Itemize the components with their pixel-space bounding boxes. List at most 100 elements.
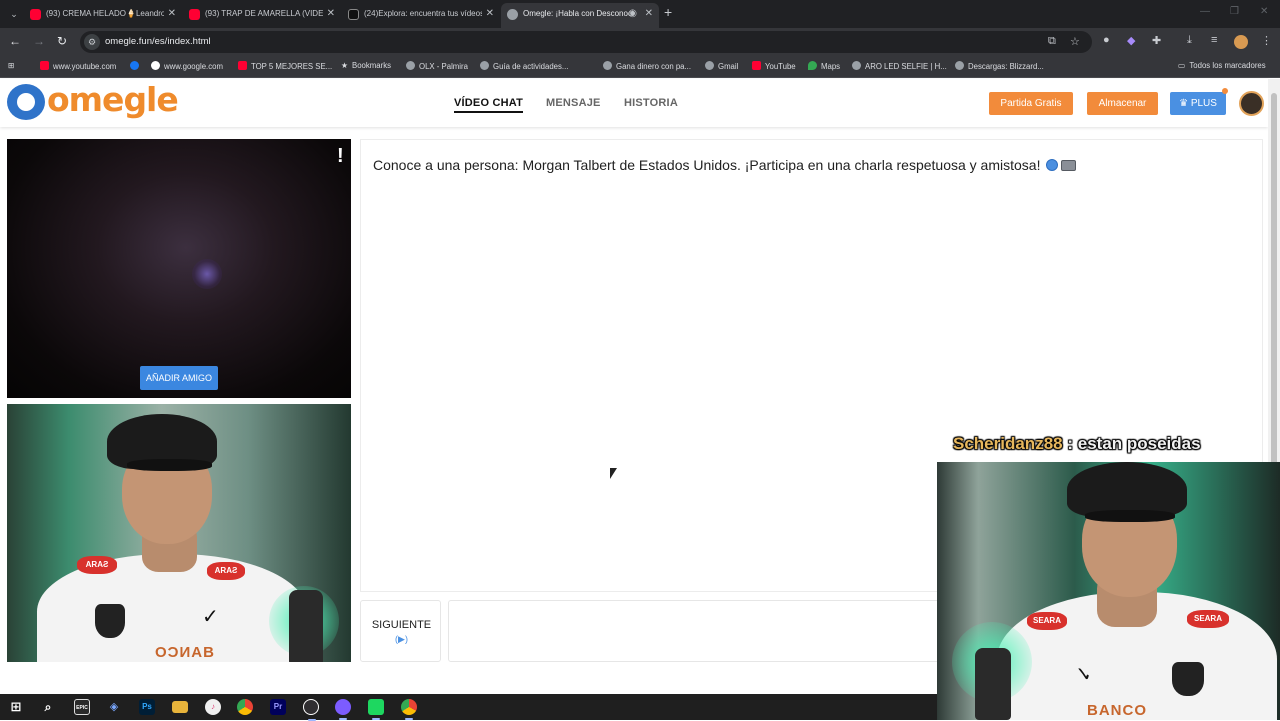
profile-avatar-icon[interactable] [1234, 35, 1248, 49]
bookmark-label: www.google.com [164, 62, 223, 71]
nav-message[interactable]: MENSAJE [546, 97, 601, 109]
install-app-icon[interactable]: ⧉ [1048, 35, 1056, 48]
site-info-icon[interactable]: ⚙ [84, 34, 100, 50]
bookmark-star-icon[interactable]: ☆ [1070, 35, 1080, 48]
premiere-icon[interactable]: Pr [270, 699, 286, 715]
bookmark-gmail[interactable]: Gmail [705, 61, 738, 71]
vscode-icon[interactable]: ◈ [106, 699, 122, 715]
stranger-video: ! [7, 139, 351, 398]
globe-icon [603, 61, 612, 70]
all-bookmarks-folder[interactable]: ▭ Todos los marcadores [1178, 61, 1266, 70]
youtube-icon [752, 61, 761, 70]
tab-tiktok-explora[interactable]: (24)Explora: encuentra tus vídeos ✕ [342, 3, 500, 25]
bookmark-maps[interactable]: Maps [808, 61, 840, 71]
facebook-icon [130, 61, 139, 70]
logo-bubble-icon [7, 84, 45, 120]
close-icon[interactable]: ✕ [168, 3, 176, 25]
tab-crema-helado[interactable]: (93) CREMA HELADO🍦Leandro ✕ [24, 3, 182, 25]
spotify-icon[interactable] [368, 699, 384, 720]
close-icon[interactable]: ✕ [327, 3, 335, 25]
chrome-icon[interactable] [237, 699, 253, 715]
audio-playing-icon: ◉ [628, 8, 637, 19]
bookmark-top5[interactable]: TOP 5 MEJORES SE... [238, 61, 332, 71]
epic-games-icon[interactable]: EPIC [74, 699, 90, 715]
folder-icon: ▭ [1178, 61, 1186, 70]
youtube-icon [30, 9, 41, 20]
site-header: omegle VÍDEO CHAT MENSAJE HISTORIA Parti… [0, 79, 1268, 127]
bookmark-google-com[interactable]: www.google.com [151, 61, 223, 71]
vpn-extension-icon[interactable]: ◆ [1127, 34, 1135, 47]
bookmark-label: Guía de actividades... [493, 62, 569, 71]
bookmark-gana-dinero[interactable]: Gana dinero con pa... [603, 61, 691, 71]
report-icon[interactable]: ! [337, 145, 344, 168]
nike-swoosh-icon: ✓ [202, 606, 219, 628]
nav-history[interactable]: HISTORIA [624, 97, 678, 109]
obs-icon[interactable] [303, 699, 319, 721]
bookmark-youtube[interactable]: YouTube [752, 61, 796, 71]
bookmark-blizzard[interactable]: Descargas: Blizzard... [955, 61, 1044, 71]
tab-omegle[interactable]: Omegle: ¡Habla con Desconocidos! ◉ ✕ [501, 3, 659, 28]
bookmark-bookmarks[interactable]: ★ Bookmarks [341, 61, 391, 70]
windows-start-icon[interactable]: ⊞ [8, 699, 24, 715]
tab-search-icon[interactable]: ⌄ [5, 5, 23, 23]
bank-sponsor-text: OƆИAB [155, 644, 215, 661]
reload-icon[interactable]: ↻ [54, 34, 70, 48]
url-text[interactable]: omegle.fun/es/index.html [105, 36, 211, 47]
search-icon[interactable]: ⌕ [40, 699, 56, 715]
bookmark-facebook[interactable] [130, 61, 143, 71]
apps-grid-icon[interactable]: ⊞ [8, 61, 15, 70]
file-explorer-icon[interactable] [172, 701, 188, 713]
stream-chat-message: estan poseidas [1077, 434, 1201, 453]
bookmark-label: Bookmarks [352, 61, 391, 70]
minimize-icon[interactable]: — [1200, 6, 1210, 17]
new-tab-button[interactable]: + [664, 4, 672, 20]
nike-swoosh-icon: ✓ [1075, 664, 1092, 686]
plus-button[interactable]: ♛ PLUS [1170, 92, 1226, 115]
free-match-button[interactable]: Partida Gratis [989, 92, 1073, 115]
itunes-icon[interactable]: ♪ [205, 699, 221, 715]
reading-list-icon[interactable]: ≡ [1211, 34, 1217, 46]
add-friend-button[interactable]: AÑADIR AMIGO [140, 366, 218, 390]
globe-emoji-icon [1046, 159, 1059, 171]
bookmark-guia[interactable]: Guía de actividades... [480, 61, 568, 71]
extensions-puzzle-icon[interactable]: ✚ [1152, 34, 1161, 47]
address-bar[interactable]: ⚙ omegle.fun/es/index.html ⧉ ☆ [80, 31, 1092, 53]
store-button[interactable]: Almacenar [1087, 92, 1158, 115]
browser-tab-bar: ⌄ (93) CREMA HELADO🍦Leandro ✕ (93) TRAP … [0, 0, 1280, 28]
back-arrow-icon[interactable]: ← [7, 34, 23, 48]
maximize-icon[interactable]: ❐ [1230, 6, 1239, 17]
user-avatar[interactable] [1239, 91, 1264, 116]
tiktok-icon [348, 9, 359, 20]
globe-icon [406, 61, 415, 70]
plus-label: PLUS [1190, 98, 1217, 109]
next-button[interactable]: SIGUIENTE (▶) [360, 600, 441, 662]
download-icon[interactable]: ⤓ [1187, 34, 1192, 47]
youtube-icon [40, 61, 49, 70]
tv-emoji-icon [1061, 160, 1077, 171]
nav-video-chat[interactable]: VÍDEO CHAT [454, 97, 524, 113]
close-icon[interactable]: ✕ [486, 3, 494, 25]
streamer-webcam: SEARA SEARA ✓ BANCO [937, 462, 1280, 720]
tab-label: (24)Explora: encuentra tus vídeos [364, 9, 482, 18]
more-menu-icon[interactable]: ⋮ [1261, 34, 1272, 47]
video-light-spot [192, 259, 222, 289]
bookmark-youtube-com[interactable]: www.youtube.com [40, 61, 116, 71]
notification-dot [1222, 88, 1228, 94]
twitch-app-icon[interactable] [335, 699, 351, 720]
close-icon[interactable]: ✕ [645, 3, 653, 25]
extension-icon[interactable]: ● [1103, 34, 1110, 46]
logo-wordmark: omegle [47, 80, 179, 119]
youtube-icon [238, 61, 247, 70]
tab-trap-amarella[interactable]: (93) TRAP DE AMARELLA (VIDEO ✕ [183, 3, 341, 25]
globe-icon [955, 61, 964, 70]
bookmark-aro-led[interactable]: ARO LED SELFIE | H... [852, 61, 947, 71]
next-button-label: SIGUIENTE [371, 619, 432, 631]
window-close-icon[interactable]: ✕ [1260, 6, 1268, 17]
chrome-profile-icon[interactable] [401, 699, 417, 720]
bookmark-label: Gana dinero con pa... [616, 62, 691, 71]
forward-arrow-icon[interactable]: → [31, 34, 47, 48]
bookmark-label: TOP 5 MEJORES SE... [251, 62, 333, 71]
photoshop-icon[interactable]: Ps [139, 699, 155, 715]
bookmark-olx[interactable]: OLX - Palmira [406, 61, 468, 71]
cap-brim [1085, 510, 1175, 522]
